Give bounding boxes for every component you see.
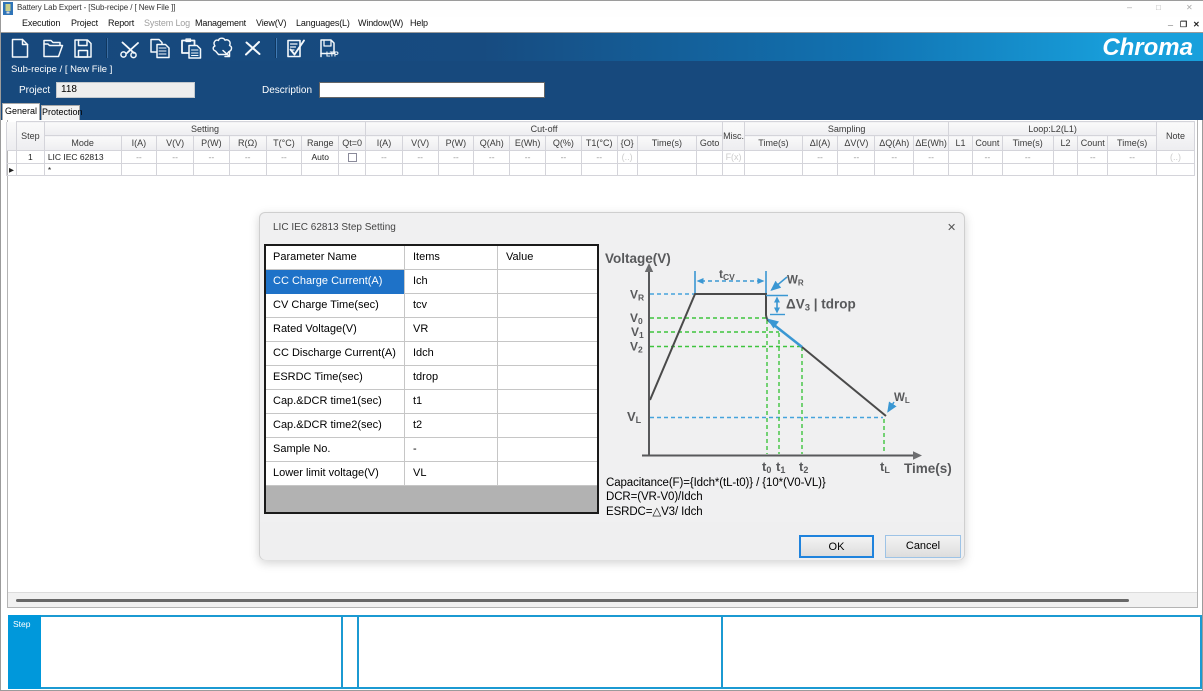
svg-text:LTP: LTP	[326, 52, 339, 59]
svg-text:VL: VL	[627, 409, 642, 425]
svg-text:VR: VR	[630, 288, 644, 303]
svg-text:ΔV3 | tdrop: ΔV3 | tdrop	[786, 297, 856, 314]
svg-text:Time(s): Time(s)	[904, 461, 952, 476]
svg-text:tL: tL	[880, 459, 890, 475]
svg-text:Voltage(V): Voltage(V)	[605, 251, 671, 266]
svg-text:WR: WR	[787, 275, 804, 288]
svg-text:t0: t0	[762, 459, 771, 475]
svg-text:t2: t2	[799, 459, 808, 475]
svg-text:V2: V2	[630, 340, 643, 355]
svg-text:t1: t1	[776, 459, 785, 475]
svg-text:WL: WL	[894, 392, 910, 405]
svg-text:V0: V0	[630, 311, 643, 326]
svg-text:tCV: tCV	[719, 267, 735, 282]
svg-text:V1: V1	[631, 325, 644, 340]
